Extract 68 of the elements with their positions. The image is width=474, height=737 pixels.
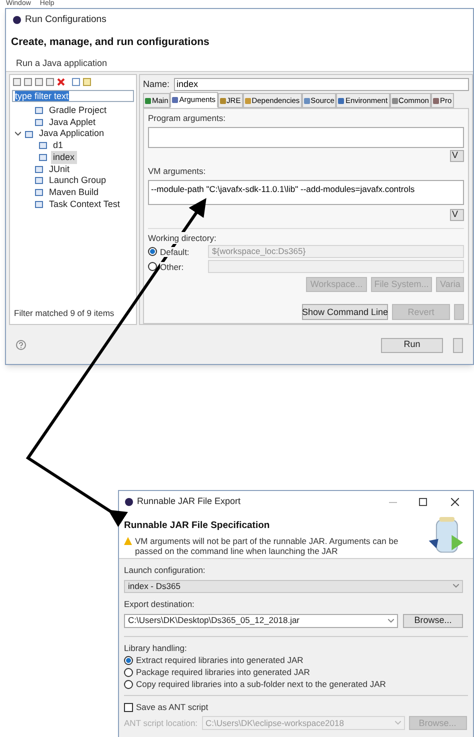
- warning-icon: [124, 537, 132, 546]
- chevron-icon: [388, 618, 394, 622]
- field-label: Export destination:: [124, 598, 196, 610]
- tree-item[interactable]: JUnit: [47, 162, 72, 176]
- radio-label: Extract required libraries into generated JAR: [136, 654, 304, 667]
- tree-item[interactable]: d1: [51, 139, 66, 153]
- field-label: Launch configuration:: [124, 564, 206, 577]
- tree-item[interactable]: Task Context Test: [47, 198, 122, 212]
- field-label: ANT script location:: [124, 716, 198, 730]
- radio-label: Package required libraries into generated JAR: [136, 666, 310, 679]
- app-icon: [13, 16, 21, 24]
- section-label: Working directory:: [148, 232, 216, 244]
- window-title: Runnable JAR File Export: [137, 495, 241, 508]
- launch-configuration-dropdown[interactable]: index - Ds365: [124, 580, 463, 593]
- tree-item[interactable]: Java Application: [37, 127, 106, 141]
- chevron-icon: [394, 721, 401, 726]
- dialog-heading: Create, manage, and run configurations: [11, 35, 210, 50]
- variables-button[interactable]: V: [450, 208, 464, 220]
- app-icon: [125, 498, 133, 506]
- radio-button[interactable]: [148, 247, 157, 256]
- chevron-icon: [453, 584, 459, 588]
- program-arguments-field[interactable]: [148, 126, 464, 148]
- section-label: Library handling:: [124, 642, 188, 654]
- checkbox-label: Save as ANT script: [136, 700, 208, 714]
- dialog-heading: Runnable JAR File Specification: [124, 519, 271, 533]
- checkbox[interactable]: [124, 702, 133, 712]
- delete-icon[interactable]: [57, 78, 65, 86]
- filter-status: Filter matched 9 of 9 items: [13, 307, 116, 320]
- vm-arguments-field[interactable]: --module-path "C:\javafx-sdk-11.0.1\lib" --add-modules=javafx.controls: [148, 180, 464, 204]
- browse-button[interactable]: Browse...: [403, 614, 463, 628]
- radio-label: Default:: [160, 246, 190, 257]
- name-label: Name:: [143, 78, 170, 91]
- tree-item[interactable]: Gradle Project: [47, 104, 109, 118]
- partial-button[interactable]: [453, 338, 463, 352]
- tab-icon: [145, 98, 151, 104]
- help-icon[interactable]: [16, 340, 26, 350]
- tab-icon: [304, 98, 310, 104]
- tab-icon: [392, 98, 398, 104]
- chevron-icon[interactable]: [15, 131, 21, 138]
- tab-icon: [244, 98, 251, 104]
- name-field[interactable]: index: [174, 78, 469, 91]
- maximize-icon[interactable]: [419, 498, 427, 506]
- export-destination-field[interactable]: C:\Users\DK\Desktop\Ds365_05_12_2018.jar: [124, 614, 398, 628]
- tree-item[interactable]: Maven Build: [47, 186, 101, 200]
- tree-item[interactable]: Java Applet: [47, 116, 98, 130]
- tree-item[interactable]: Launch Group: [47, 174, 108, 188]
- run-button[interactable]: Run: [381, 338, 443, 352]
- field-label: VM arguments:: [148, 164, 207, 178]
- warning-message: VM arguments will not be part of the runnable JAR. Arguments can be passed on the command line when launching the JAR: [135, 536, 400, 556]
- field-label: Program arguments:: [148, 112, 226, 125]
- radio-button[interactable]: [124, 680, 133, 689]
- action-button[interactable]: Show Command Line: [302, 304, 388, 320]
- close-icon[interactable]: [451, 498, 459, 506]
- tab-icon: [338, 98, 344, 104]
- variables-button[interactable]: V: [450, 150, 464, 162]
- tab-icon: [432, 98, 439, 104]
- tab-icon: [220, 98, 226, 104]
- filter-field[interactable]: type filter text: [12, 90, 134, 102]
- dialog-subtitle: Run a Java application: [15, 56, 108, 70]
- radio-label: Copy required libraries into a sub-folder next to the generated JAR: [136, 678, 386, 691]
- tree-item[interactable]: index: [51, 150, 77, 164]
- radio-label: Other:: [160, 262, 184, 272]
- radio-button[interactable]: [124, 668, 133, 677]
- directory-field[interactable]: [208, 260, 464, 274]
- radio-button[interactable]: [148, 262, 157, 272]
- radio-button[interactable]: [124, 656, 133, 665]
- tab-icon: [172, 97, 178, 103]
- window-title: Run Configurations: [25, 12, 106, 27]
